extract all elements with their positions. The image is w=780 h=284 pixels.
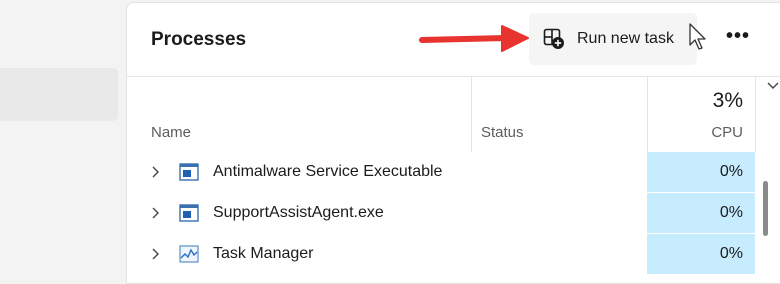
- chevron-right-icon[interactable]: [151, 206, 161, 220]
- page-title: Processes: [151, 29, 247, 50]
- column-header-status[interactable]: Status: [481, 124, 524, 141]
- task-manager-icon: [179, 245, 199, 263]
- app-window-icon: [179, 163, 199, 181]
- table-row[interactable]: Task Manager 0%: [127, 234, 780, 274]
- process-name: Antimalware Service Executable: [213, 163, 443, 180]
- red-arrow-annotation: [419, 25, 529, 52]
- mouse-cursor-icon: [689, 23, 706, 50]
- left-navigation-pane: [0, 0, 126, 275]
- chevron-right-icon[interactable]: [151, 165, 161, 179]
- nav-item-selected[interactable]: [0, 68, 118, 121]
- column-divider[interactable]: [471, 76, 472, 152]
- chevron-right-icon[interactable]: [151, 247, 161, 261]
- chevron-down-icon[interactable]: [767, 81, 779, 91]
- vertical-scrollbar-thumb[interactable]: [763, 181, 768, 236]
- run-new-task-button[interactable]: Run new task: [529, 13, 697, 65]
- cpu-total-percent: 3%: [712, 89, 743, 112]
- cpu-value: 0%: [719, 245, 743, 262]
- table-row[interactable]: Antimalware Service Executable 0%: [127, 152, 780, 192]
- cpu-value: 0%: [719, 163, 743, 180]
- header-divider: [127, 76, 780, 77]
- process-name: Task Manager: [213, 245, 314, 262]
- cpu-value: 0%: [719, 204, 743, 221]
- column-header-name[interactable]: Name: [151, 124, 191, 141]
- column-header-cpu[interactable]: CPU: [647, 124, 743, 141]
- run-new-task-label: Run new task: [577, 30, 674, 47]
- process-name: SupportAssistAgent.exe: [213, 204, 384, 221]
- run-task-icon: [543, 28, 564, 49]
- more-options-button[interactable]: •••: [721, 25, 755, 55]
- column-divider[interactable]: [755, 76, 756, 152]
- table-row[interactable]: SupportAssistAgent.exe 0%: [127, 193, 780, 233]
- app-window-icon: [179, 204, 199, 222]
